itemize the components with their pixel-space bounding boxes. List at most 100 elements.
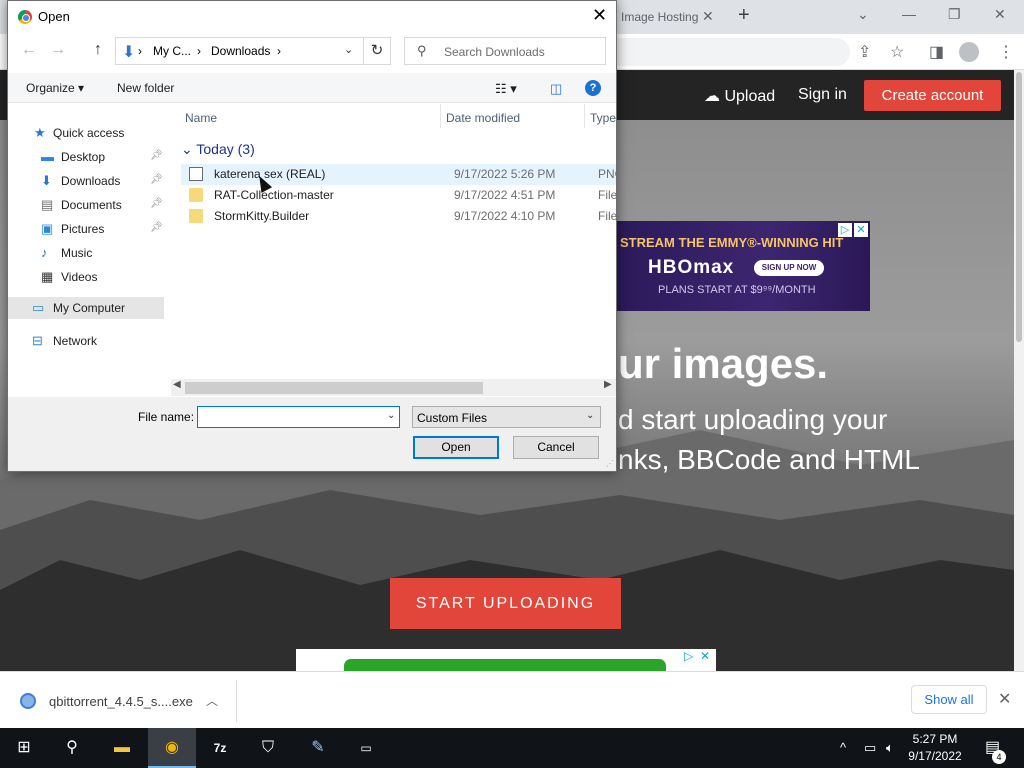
terminal-icon[interactable]: ▭ (342, 728, 390, 768)
refresh-icon[interactable]: ↻ (364, 37, 391, 65)
back-arrow-icon[interactable]: ← (21, 41, 37, 59)
hbomax-ad[interactable]: STREAM THE EMMY®-WINNING HIT HBOmax SIGN… (616, 221, 870, 311)
resize-grip[interactable]: ⋰ (606, 459, 614, 468)
profile-icon[interactable] (959, 42, 979, 62)
scroll-right-icon[interactable]: ▶ (604, 379, 612, 390)
system-clock[interactable]: 5:27 PM 9/17/2022 (900, 731, 970, 765)
scroll-left-icon[interactable]: ◀ (173, 379, 181, 390)
upload-link[interactable]: ☁ Upload (704, 86, 775, 106)
file-date: 9/17/2022 4:10 PM (454, 209, 556, 223)
tab-search-icon[interactable]: ⌄ (857, 6, 869, 23)
7zip-icon[interactable]: 7z (196, 728, 244, 768)
chevron-down-icon[interactable]: ⌄ (586, 410, 594, 421)
start-uploading-button[interactable]: START UPLOADING (390, 578, 621, 629)
column-header-date[interactable]: Date modified (446, 111, 520, 125)
organize-button[interactable]: Organize ▾ (26, 81, 84, 95)
breadcrumb-my-computer[interactable]: My C... (153, 44, 191, 58)
address-bar[interactable] (610, 38, 850, 66)
share-icon[interactable]: ⇪ (858, 42, 871, 62)
close-icon[interactable]: ✕ (592, 5, 607, 26)
minimize-button[interactable]: — (902, 6, 916, 22)
sidebar-icon[interactable]: ◨ (929, 42, 944, 62)
nav-item-music[interactable]: ♪ Music (8, 242, 164, 264)
nav-item-downloads[interactable]: ⬇ Downloads 📌︎ (8, 170, 164, 192)
command-bar: Organize ▾ New folder ☷ ▾ ◫ ? (8, 73, 616, 103)
chrome-icon[interactable]: ◉ (148, 728, 196, 768)
menu-icon[interactable]: ⋮ (998, 42, 1014, 62)
paint-icon[interactable]: ✎ (294, 728, 342, 768)
file-row-katerena[interactable]: katerena sex (REAL) 9/17/2022 5:26 PM PN… (181, 164, 616, 185)
download-filename[interactable]: qbittorrent_4.4.5_s....exe (49, 694, 193, 709)
nav-item-videos[interactable]: ▦ Videos (8, 266, 164, 288)
show-all-button[interactable]: Show all (911, 685, 987, 714)
column-header-name[interactable]: Name (185, 111, 217, 125)
nav-item-desktop[interactable]: ▬ Desktop 📌︎ (8, 146, 164, 168)
forward-arrow-icon[interactable]: → (50, 41, 66, 59)
file-name: katerena sex (REAL) (214, 167, 326, 181)
videos-icon: ▦ (41, 269, 54, 284)
new-tab-button[interactable]: + (738, 4, 750, 27)
breadcrumb-downloads[interactable]: Downloads (211, 44, 270, 58)
dialog-titlebar[interactable]: Open ✕ (8, 1, 616, 33)
signin-link[interactable]: Sign in (798, 86, 847, 104)
adchoices-icon[interactable]: ▷ (838, 223, 852, 237)
search-input[interactable]: ⚲ Search Downloads (404, 37, 606, 65)
nav-item-my-computer[interactable]: ▭ My Computer (8, 297, 164, 319)
ad-headline: STREAM THE EMMY®-WINNING HIT (620, 235, 844, 250)
close-window-button[interactable]: ✕ (994, 6, 1006, 23)
windows-taskbar: ⊞ ⚲ ▬ ◉ 7z ⛉ ✎ ▭ ^ ▭ 🔈︎ 5:27 PM 9/17/202… (0, 728, 1024, 768)
file-type-select[interactable]: Custom Files ⌄ (412, 406, 601, 428)
breadcrumb[interactable]: ⬇ › My C... › Downloads › ⌄ (115, 37, 364, 65)
help-icon[interactable]: ? (585, 80, 601, 96)
tab-close-icon[interactable]: ✕ (702, 8, 714, 25)
chevron-up-icon[interactable]: ^ (840, 740, 846, 755)
restore-button[interactable]: ❐ (948, 6, 961, 23)
adchoices-icon[interactable]: ▷ (684, 649, 693, 663)
nav-item-network[interactable]: ⊟ Network (8, 330, 164, 352)
chevron-up-icon[interactable]: ︿ (206, 692, 218, 709)
file-row-rat-collection[interactable]: RAT-Collection-master 9/17/2022 4:51 PM … (181, 185, 616, 206)
chevron-down-icon[interactable]: ⌄ (387, 410, 395, 421)
nav-item-pictures[interactable]: ▣ Pictures 📌︎ (8, 218, 164, 240)
start-icon[interactable]: ⊞ (0, 728, 48, 768)
chevron-down-icon[interactable]: ⌄ (344, 43, 353, 56)
column-header-type[interactable]: Type (590, 111, 616, 125)
bottom-ad[interactable]: ▷ ✕ (296, 649, 716, 671)
create-account-button[interactable]: Create account (864, 80, 1001, 111)
view-options-icon[interactable]: ☷ ▾ (495, 81, 517, 97)
ad-close-icon[interactable]: ✕ (700, 649, 710, 663)
new-folder-button[interactable]: New folder (117, 81, 174, 95)
volume-icon[interactable]: 🔈︎ (886, 740, 894, 756)
nav-item-label: Downloads (61, 174, 121, 188)
security-icon[interactable]: ⛉ (244, 728, 292, 768)
hero-subtitle-line1: d start uploading your (618, 404, 888, 435)
horizontal-scroll-thumb[interactable] (185, 382, 483, 394)
nav-item-quick-access[interactable]: ★ Quick access (8, 122, 164, 144)
close-shelf-icon[interactable]: ✕ (998, 689, 1011, 709)
column-divider[interactable] (440, 104, 441, 128)
up-arrow-icon[interactable]: ↑ (94, 41, 102, 59)
upload-link-label: Upload (724, 88, 776, 105)
network-icon: ⊟ (32, 333, 43, 348)
file-row-stormkitty[interactable]: StormKitty.Builder 9/17/2022 4:10 PM Fil… (181, 206, 616, 227)
group-header-today[interactable]: ⌄ Today (3) (181, 141, 255, 158)
column-divider[interactable] (584, 104, 585, 128)
file-explorer-icon[interactable]: ▬ (98, 728, 146, 768)
ad-signup-button[interactable]: SIGN UP NOW (754, 260, 824, 276)
download-file-icon (20, 693, 36, 709)
network-tray-icon[interactable]: ▭ (864, 740, 876, 756)
file-name-input[interactable]: ⌄ (197, 406, 400, 428)
file-date: 9/17/2022 4:51 PM (454, 188, 556, 202)
open-button[interactable]: Open (413, 436, 499, 459)
preview-pane-icon[interactable]: ◫ (550, 81, 562, 97)
search-icon[interactable]: ⚲ (48, 728, 96, 768)
ad-close-icon[interactable]: ✕ (854, 223, 868, 237)
notification-count-badge: 4 (992, 750, 1006, 764)
page-scroll-thumb[interactable] (1016, 72, 1022, 342)
cancel-button[interactable]: Cancel (513, 436, 599, 459)
music-icon: ♪ (41, 245, 48, 260)
nav-item-documents[interactable]: ▤ Documents 📌︎ (8, 194, 164, 216)
star-icon[interactable]: ☆ (890, 42, 904, 62)
browser-tab-title[interactable]: Image Hosting (621, 10, 698, 24)
divider (236, 680, 237, 722)
